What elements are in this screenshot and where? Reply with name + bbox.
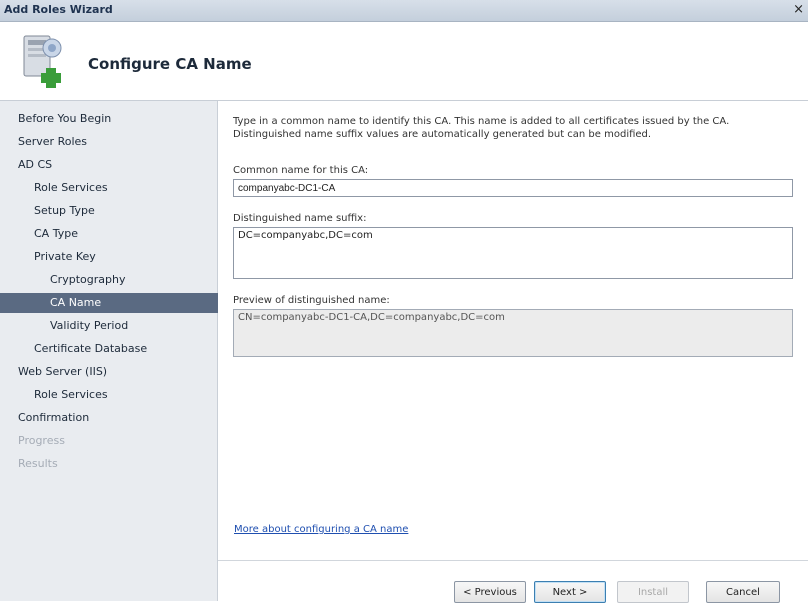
next-button[interactable]: Next >	[534, 581, 606, 603]
install-button: Install	[617, 581, 689, 603]
preview-dn-field: CN=companyabc-DC1-CA,DC=companyabc,DC=co…	[233, 309, 793, 357]
common-name-input[interactable]	[233, 179, 793, 197]
preview-label: Preview of distinguished name:	[233, 295, 390, 306]
step-server-roles[interactable]: Server Roles	[0, 132, 235, 152]
wizard-steps: Before You Begin Server Roles AD CS Role…	[0, 101, 267, 601]
window-title: Add Roles Wizard	[4, 3, 113, 16]
step-certificate-database[interactable]: Certificate Database	[0, 339, 251, 359]
step-web-server-iis[interactable]: Web Server (IIS)	[0, 362, 235, 382]
wizard-header: Configure CA Name	[0, 22, 808, 101]
server-add-icon	[23, 35, 62, 88]
cancel-button[interactable]: Cancel	[706, 581, 780, 603]
dn-suffix-textarea[interactable]: DC=companyabc,DC=com	[233, 227, 793, 279]
step-role-services[interactable]: Role Services	[0, 178, 251, 198]
step-ca-type[interactable]: CA Type	[0, 224, 251, 244]
previous-button[interactable]: < Previous	[454, 581, 526, 603]
common-name-label: Common name for this CA:	[233, 165, 369, 176]
step-ad-cs[interactable]: AD CS	[0, 155, 235, 175]
instructions-text: Type in a common name to identify this C…	[233, 116, 730, 140]
step-progress: Progress	[18, 434, 65, 447]
close-icon[interactable]: ×	[793, 2, 804, 17]
wizard-footer: < Previous Next > Install Cancel	[218, 560, 808, 603]
step-setup-type[interactable]: Setup Type	[0, 201, 251, 221]
more-about-ca-name-link[interactable]: More about configuring a CA name	[234, 524, 408, 535]
wizard-content: Type in a common name to identify this C…	[218, 101, 808, 548]
step-confirmation[interactable]: Confirmation	[0, 408, 235, 428]
step-results: Results	[18, 457, 58, 470]
dn-suffix-label: Distinguished name suffix:	[233, 213, 367, 224]
title-bar: Add Roles Wizard ×	[0, 0, 808, 22]
step-before-you-begin[interactable]: Before You Begin	[0, 109, 235, 129]
step-iis-role-services[interactable]: Role Services	[0, 385, 251, 405]
page-title: Configure CA Name	[88, 55, 252, 73]
step-private-key[interactable]: Private Key	[0, 247, 251, 267]
